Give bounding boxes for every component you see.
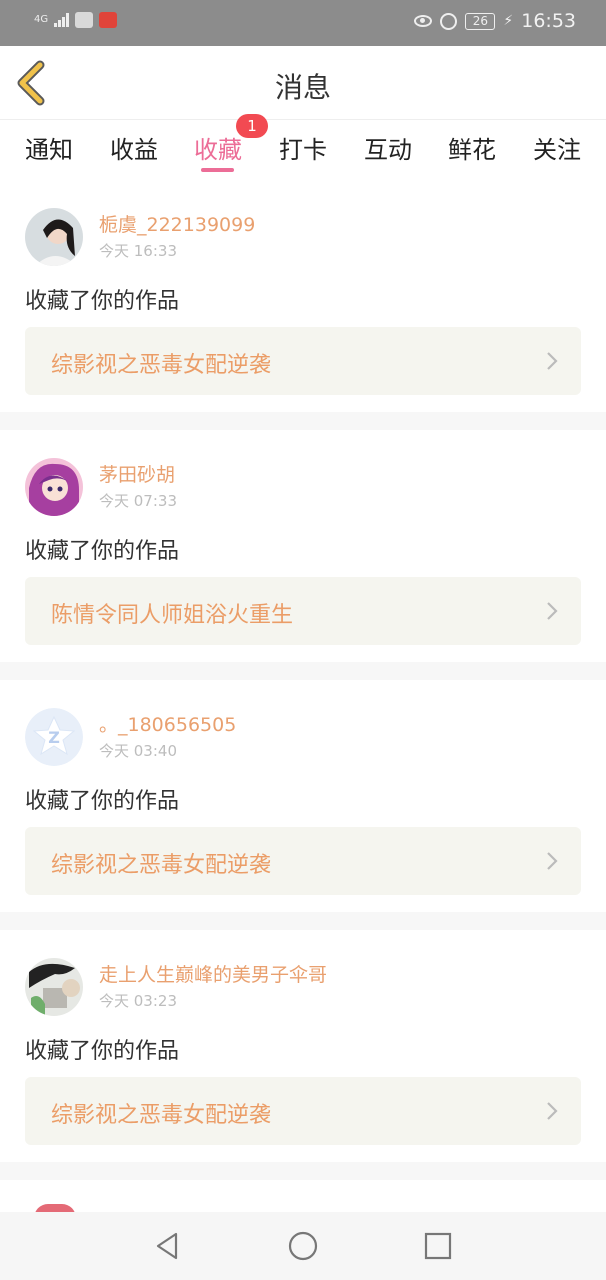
tab-bar: 通知 收益 收藏 打卡 互动 鲜花 关注	[0, 120, 606, 180]
alarm-icon	[440, 12, 458, 30]
chevron-right-icon	[547, 852, 558, 870]
chevron-right-icon	[547, 1102, 558, 1120]
default-star-avatar[interactable]: Z	[25, 708, 83, 766]
tab-favorites[interactable]: 收藏	[194, 130, 242, 165]
news-app-icon	[99, 12, 118, 28]
divider	[0, 912, 606, 930]
user-photo-avatar[interactable]	[25, 958, 83, 1016]
network-label: 4G	[34, 14, 49, 25]
username[interactable]: 。_180656505	[99, 710, 236, 737]
user-photo-avatar[interactable]	[25, 208, 83, 266]
timestamp: 今天 07:33	[99, 492, 177, 510]
charging-icon: ⚡	[503, 13, 514, 29]
action-text: 收藏了你的作品	[25, 289, 180, 314]
username[interactable]: 茅田砂胡	[99, 460, 175, 487]
divider	[0, 662, 606, 680]
work-link[interactable]: 综影视之恶毒女配逆袭	[25, 827, 581, 895]
status-right-icons: 26 ⚡ 16:53	[414, 10, 576, 32]
page-title: 消息	[274, 71, 331, 104]
action-text: 收藏了你的作品	[25, 539, 180, 564]
tab-flowers[interactable]: 鲜花	[448, 130, 496, 165]
tab-checkin[interactable]: 打卡	[279, 130, 327, 165]
signal-icon	[54, 13, 70, 27]
action-text: 收藏了你的作品	[25, 1039, 180, 1064]
status-time: 16:53	[521, 10, 576, 32]
timestamp: 今天 03:23	[99, 992, 177, 1010]
tab-earnings[interactable]: 收益	[110, 130, 158, 165]
username[interactable]: 走上人生巅峰的美男子伞哥	[99, 960, 327, 987]
timestamp: 今天 03:40	[99, 742, 177, 760]
work-link[interactable]: 陈情令同人师姐浴火重生	[25, 577, 581, 645]
favorites-badge: 1	[236, 114, 268, 138]
tab-notifications[interactable]: 通知	[25, 130, 73, 165]
work-title: 综影视之恶毒女配逆袭	[51, 853, 272, 878]
list-item: Z 。_180656505 今天 03:40 收藏了你的作品 综影视之恶毒女配逆…	[0, 680, 606, 912]
recents-square-icon[interactable]	[421, 1229, 455, 1263]
status-left-icons: 4G	[34, 12, 118, 28]
status-bar: 4G 26 ⚡ 16:53	[0, 0, 606, 46]
username[interactable]: 栀虞_222139099	[99, 210, 255, 237]
timestamp: 今天 16:33	[99, 242, 177, 260]
chevron-right-icon	[547, 602, 558, 620]
activity-app-icon	[75, 12, 94, 28]
list-item: 茅田砂胡 今天 07:33 收藏了你的作品 陈情令同人师姐浴火重生	[0, 430, 606, 662]
chevron-right-icon	[547, 352, 558, 370]
divider	[0, 1162, 606, 1180]
divider	[0, 412, 606, 430]
work-link[interactable]: 综影视之恶毒女配逆袭	[25, 1077, 581, 1145]
tab-follow[interactable]: 关注	[533, 130, 581, 165]
back-triangle-icon[interactable]	[150, 1229, 184, 1263]
action-text: 收藏了你的作品	[25, 789, 180, 814]
active-tab-indicator	[201, 168, 234, 172]
anime-avatar[interactable]	[25, 458, 83, 516]
list-item: 栀虞_222139099 今天 16:33 收藏了你的作品 综影视之恶毒女配逆袭	[0, 180, 606, 412]
list-item	[0, 1180, 606, 1212]
work-title: 陈情令同人师姐浴火重生	[51, 603, 294, 628]
home-circle-icon[interactable]	[286, 1229, 320, 1263]
system-nav-bar	[0, 1212, 606, 1280]
work-title: 综影视之恶毒女配逆袭	[51, 1103, 272, 1128]
tab-interaction[interactable]: 互动	[364, 130, 412, 165]
eye-comfort-icon	[414, 15, 433, 27]
list-item: 走上人生巅峰的美男子伞哥 今天 03:23 收藏了你的作品 综影视之恶毒女配逆袭	[0, 930, 606, 1162]
svg-text:Z: Z	[48, 728, 60, 747]
header: 消息	[0, 46, 606, 120]
battery-icon: 26	[465, 12, 496, 30]
work-link[interactable]: 综影视之恶毒女配逆袭	[25, 327, 581, 395]
work-title: 综影视之恶毒女配逆袭	[51, 353, 272, 378]
